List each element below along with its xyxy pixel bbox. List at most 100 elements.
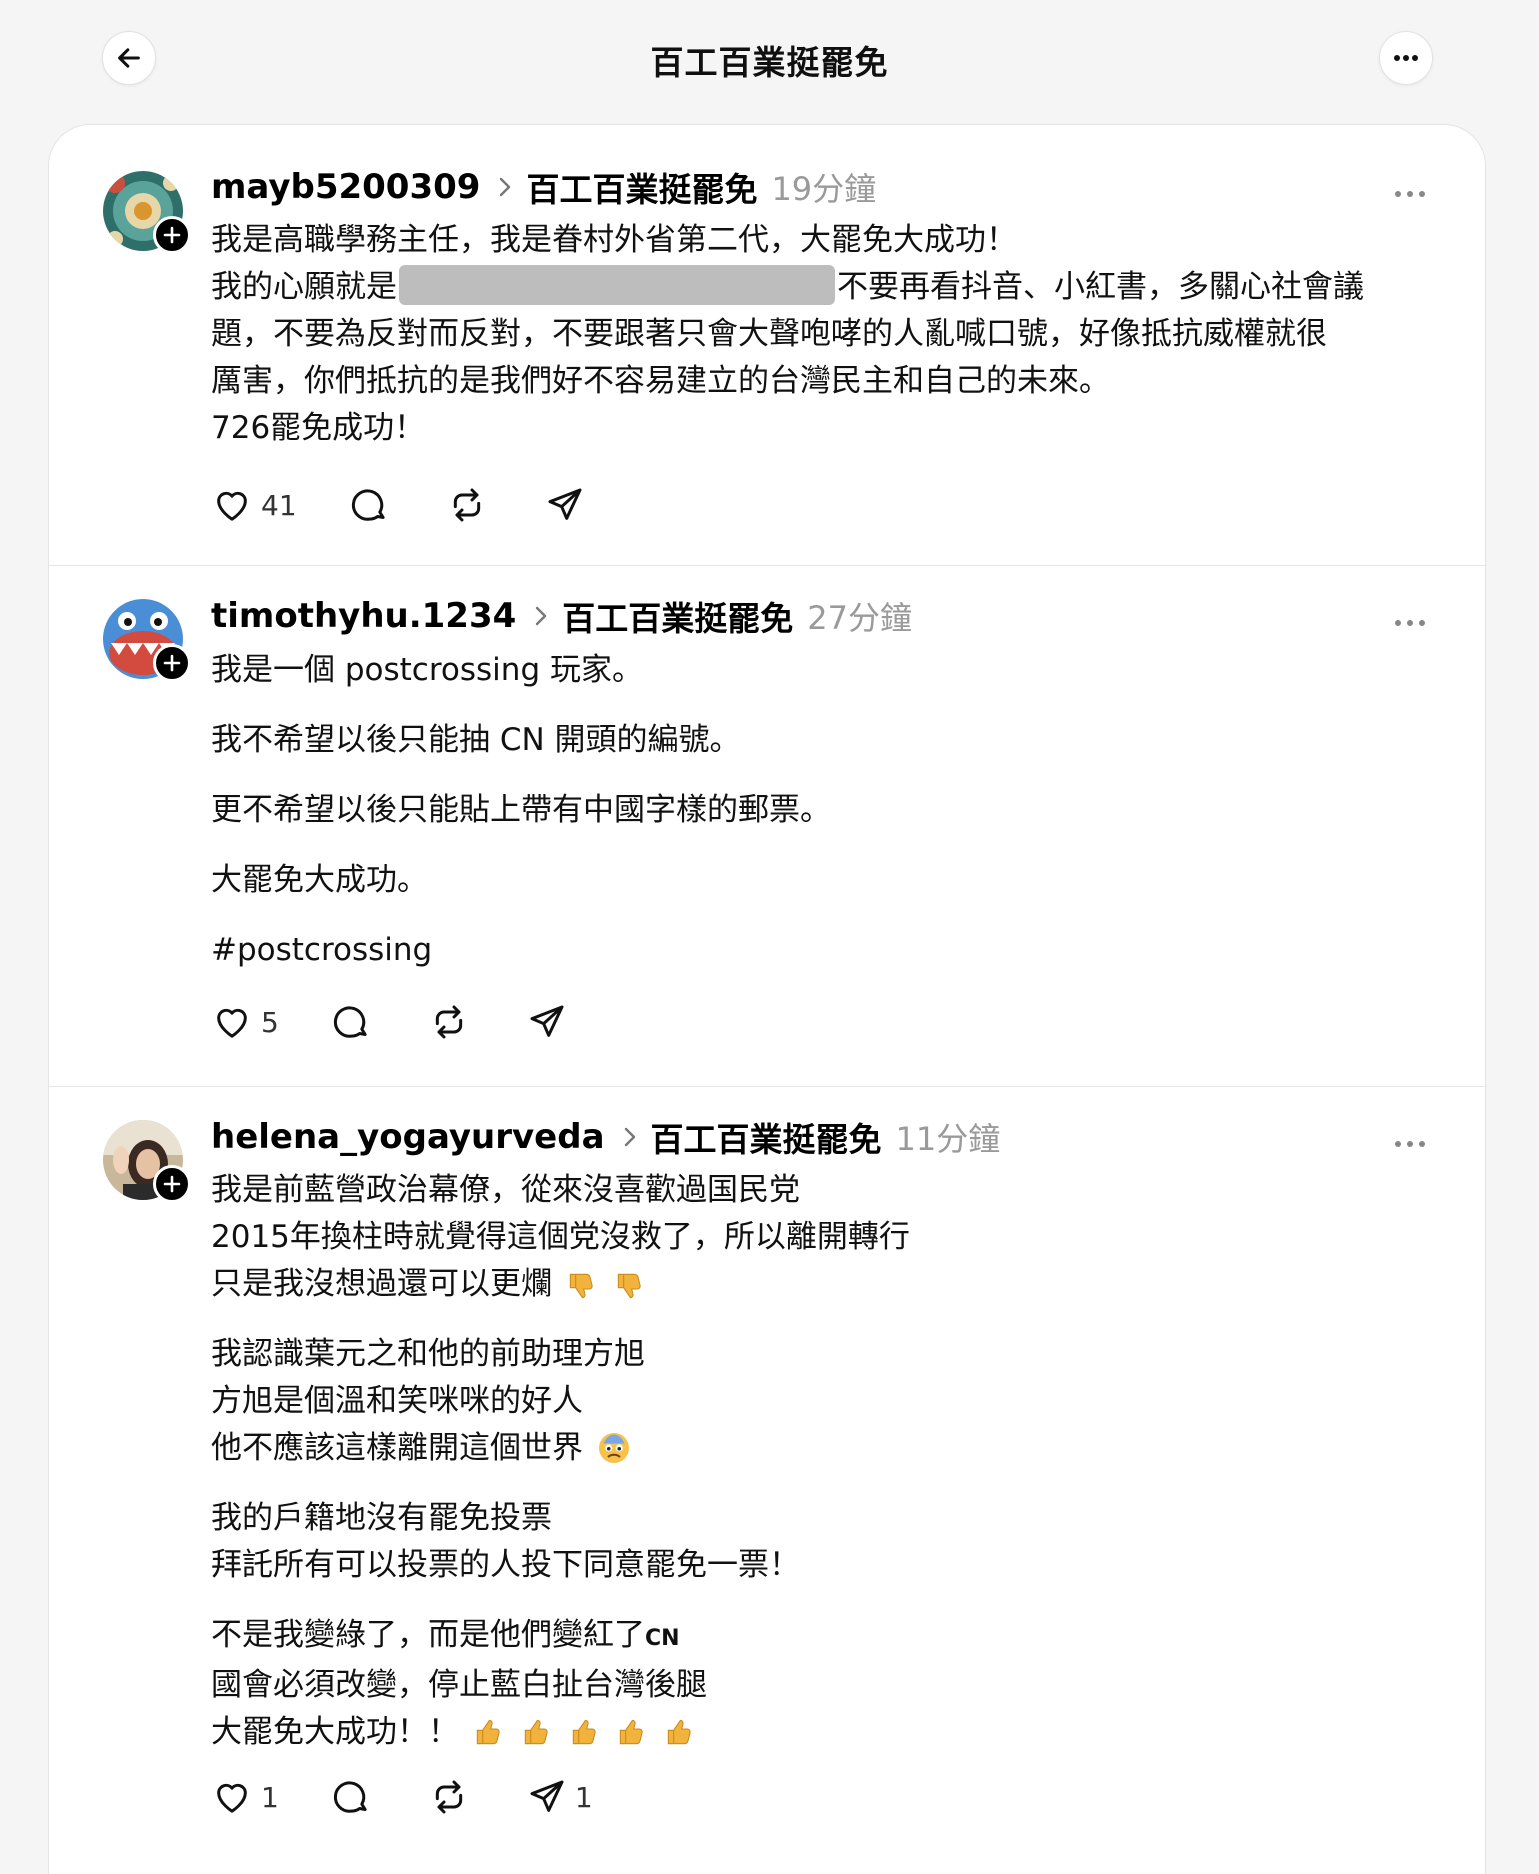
plus-icon [163,1175,181,1193]
avatar[interactable] [103,1120,191,1203]
post: helena_yogayurveda 百工百業挺罷免 11分鐘 我是前藍營政治幕… [49,1087,1487,1874]
thumbs-up-emoji-icon [620,1719,644,1745]
repost-icon [435,1780,462,1814]
text-paragraph: 我不希望以後只能抽 CN 開頭的編號。 [211,722,741,758]
heart-icon [217,491,247,521]
post-time: 11分鐘 [895,1120,1001,1158]
post-time: 27分鐘 [807,599,913,637]
post-actions: 41 [211,481,585,529]
text-line: 國會必須改變，停止藍白扯台灣後腿 [211,1667,707,1703]
text-line: 題，不要為反對而反對，不要跟著只會大聲咆哮的人亂喊口號，好像抵抗威權就很 [211,316,1327,352]
post-more-button[interactable] [1394,1133,1426,1152]
thumbs-up-emoji-icon [524,1719,548,1745]
thumbs-up-emoji-icon [572,1719,596,1745]
like-count: 5 [261,1005,279,1039]
text-line: 我認識葉元之和他的前助理方旭 [211,1336,645,1372]
share-button[interactable]: 1 [527,1777,593,1817]
post-text: 我是高職學務主任，我是眷村外省第二代，大罷免大成功！ 我的心願就是 不要再看抖音、… [211,217,1436,452]
topic-link[interactable]: 百工百業挺罷免 [562,592,793,640]
follow-button[interactable] [153,216,191,254]
like-count: 41 [261,488,297,522]
like-button[interactable]: 5 [211,1002,279,1042]
text-line: 2015年換柱時就覺得這個党沒救了，所以離開轉行 [211,1219,910,1255]
send-icon [530,1780,564,1812]
username[interactable]: helena_yogayurveda [211,1117,605,1157]
text-line: 我是前藍營政治幕僚，從來沒喜歡過国民党 [211,1172,800,1208]
text-paragraph: 大罷免大成功。 [211,862,428,898]
post-header: mayb5200309 百工百業挺罷免 19分鐘 [211,165,876,209]
comment-button[interactable] [331,1777,371,1817]
text-line: 大罷免大成功！！ [211,1709,1436,1756]
comment-button[interactable] [331,1002,371,1042]
share-count: 1 [574,1780,593,1814]
text-line: 我的戶籍地沒有罷免投票 [211,1500,552,1536]
comment-icon [351,489,385,521]
repost-button[interactable] [429,1002,469,1042]
text-paragraph: 更不希望以後只能貼上帶有中國字樣的郵票。 [211,792,831,828]
text-line: 726罷免成功！ [211,410,426,446]
cn-text: CN [645,1626,680,1651]
post-text: 我是一個 postcrossing 玩家。 我不希望以後只能抽 CN 開頭的編號… [211,647,1436,974]
text-paragraph: 我的戶籍地沒有罷免投票 拜託所有可以投票的人投下同意罷免一票！ [211,1495,1436,1589]
hashtag-link[interactable]: #postcrossing [211,927,1436,974]
comment-button[interactable] [349,485,389,525]
comment-icon [333,1781,367,1813]
feed-card: mayb5200309 百工百業挺罷免 19分鐘 我是高職學務主任，我是眷村外省… [48,124,1487,1874]
post-more-button[interactable] [1394,612,1426,631]
post-actions: 5 [211,998,567,1046]
chevron-right-icon [623,1126,637,1148]
topic-link[interactable]: 百工百業挺罷免 [526,163,757,211]
plus-icon [163,654,181,672]
text-line: 他不應該這樣離開這個世界 [211,1425,1436,1472]
avatar[interactable] [103,599,191,682]
post: mayb5200309 百工百業挺罷免 19分鐘 我是高職學務主任，我是眷村外省… [49,125,1487,566]
chevron-right-icon [534,605,548,627]
thumbs-up-emoji-icon [476,1719,500,1745]
text-line: 我的心願就是 不要再看抖音、小紅書，多關心社會議 [211,264,1436,311]
text-line: 方旭是個溫和笑咪咪的好人 [211,1383,583,1419]
send-icon [530,1005,564,1037]
repost-button[interactable] [429,1777,469,1817]
share-button[interactable] [545,485,585,525]
post-text: 我是前藍營政治幕僚，從來沒喜歡過国民党 2015年換柱時就覺得這個党沒救了，所以… [211,1167,1436,1756]
post-actions: 1 1 [211,1773,593,1821]
text-paragraph: 不是我變綠了，而是他們變紅了CN 國會必須改變，停止藍白扯台灣後腿 大罷免大成功… [211,1612,1436,1756]
post-header: helena_yogayurveda 百工百業挺罷免 11分鐘 [211,1115,1000,1159]
post-more-button[interactable] [1394,183,1426,202]
text-line: 我是高職學務主任，我是眷村外省第二代，大罷免大成功！ [211,222,1017,258]
text-line: 拜託所有可以投票的人投下同意罷免一票！ [211,1547,800,1583]
more-horizontal-icon [1395,620,1425,626]
share-button[interactable] [527,1002,567,1042]
chevron-right-icon [498,176,512,198]
thumbs-down-emoji-icon [617,1273,641,1299]
username[interactable]: mayb5200309 [211,167,480,207]
text-paragraph: 我認識葉元之和他的前助理方旭 方旭是個溫和笑咪咪的好人 他不應該這樣離開這個世界 [211,1331,1436,1472]
text-line: 不是我變綠了，而是他們變紅了CN [211,1617,680,1653]
post: timothyhu.1234 百工百業挺罷免 27分鐘 我是一個 postcro… [49,566,1487,1087]
send-icon [548,488,582,520]
heart-icon [217,1783,247,1813]
redacted-text [399,265,835,305]
text-line: 厲害，你們抵抗的是我們好不容易建立的台灣民主和自己的未來。 [211,363,1110,399]
thumbs-down-emoji-icon [569,1273,593,1299]
more-options-button[interactable] [1379,31,1433,85]
repost-icon [435,1005,462,1039]
topic-link[interactable]: 百工百業挺罷免 [651,1113,882,1161]
heart-icon [217,1008,247,1038]
top-bar: 百工百業挺罷免 [0,0,1539,120]
like-count: 1 [261,1780,279,1814]
sad-face-emoji-icon [598,1433,629,1463]
like-button[interactable]: 41 [211,485,297,525]
avatar[interactable] [103,171,191,254]
username[interactable]: timothyhu.1234 [211,596,516,636]
text-paragraph: 我是前藍營政治幕僚，從來沒喜歡過国民党 2015年換柱時就覺得這個党沒救了，所以… [211,1167,1436,1308]
text-paragraph: 我是一個 postcrossing 玩家。 [211,652,643,688]
more-horizontal-icon [1395,191,1425,197]
like-button[interactable]: 1 [211,1777,279,1817]
follow-button[interactable] [153,644,191,682]
post-time: 19分鐘 [771,170,877,208]
post-header: timothyhu.1234 百工百業挺罷免 27分鐘 [211,594,912,638]
repost-button[interactable] [447,485,487,525]
follow-button[interactable] [153,1165,191,1203]
repost-icon [453,488,480,522]
